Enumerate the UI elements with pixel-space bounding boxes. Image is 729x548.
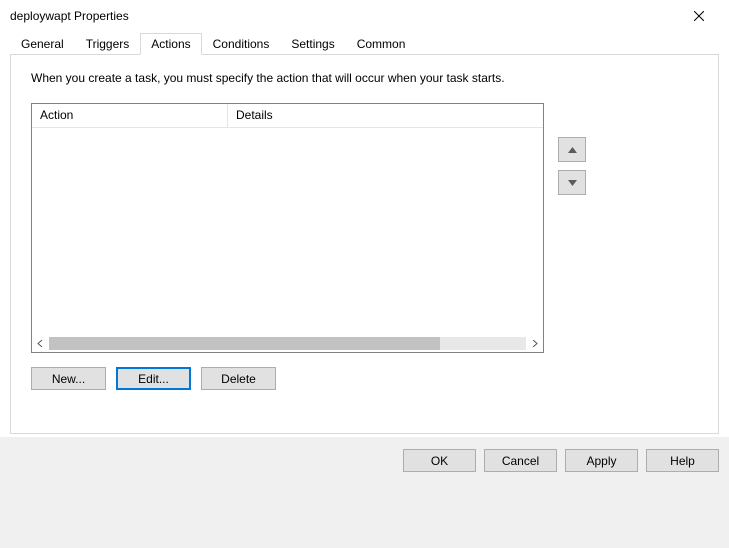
scroll-right-arrow[interactable] [526,335,543,352]
properties-dialog: deploywapt Properties General Triggers A… [0,0,729,548]
tab-strip: General Triggers Actions Conditions Sett… [0,32,729,54]
tab-panel-actions: When you create a task, you must specify… [10,54,719,434]
delete-button[interactable]: Delete [201,367,276,390]
window-title: deploywapt Properties [10,9,129,23]
titlebar: deploywapt Properties [0,0,729,32]
tab-settings[interactable]: Settings [280,33,345,54]
action-buttons-row: New... Edit... Delete [31,367,698,390]
actions-listview[interactable]: Action Details [31,103,544,353]
tab-triggers[interactable]: Triggers [75,33,141,54]
cancel-button[interactable]: Cancel [484,449,557,472]
close-icon [694,11,704,21]
scroll-track[interactable] [49,337,526,350]
move-down-button[interactable] [558,170,586,195]
tab-common[interactable]: Common [346,33,417,54]
horizontal-scrollbar[interactable] [32,335,543,352]
triangle-down-icon [568,180,577,186]
ok-button[interactable]: OK [403,449,476,472]
scroll-left-arrow[interactable] [32,335,49,352]
actions-description: When you create a task, you must specify… [31,71,698,85]
dialog-buttons: OK Cancel Apply Help [0,437,729,548]
edit-button[interactable]: Edit... [116,367,191,390]
actions-main-row: Action Details [31,103,698,353]
triangle-up-icon [568,147,577,153]
listview-header: Action Details [32,104,543,128]
listview-body[interactable] [32,128,543,335]
move-buttons [558,137,586,195]
move-up-button[interactable] [558,137,586,162]
column-header-action[interactable]: Action [32,104,228,127]
scroll-thumb[interactable] [49,337,440,350]
column-header-details[interactable]: Details [228,104,543,127]
tab-general[interactable]: General [10,33,75,54]
chevron-right-icon [531,340,538,347]
new-button[interactable]: New... [31,367,106,390]
help-button[interactable]: Help [646,449,719,472]
chevron-left-icon [37,340,44,347]
apply-button[interactable]: Apply [565,449,638,472]
tab-actions[interactable]: Actions [140,33,201,55]
close-button[interactable] [679,2,719,30]
tab-conditions[interactable]: Conditions [202,33,281,54]
